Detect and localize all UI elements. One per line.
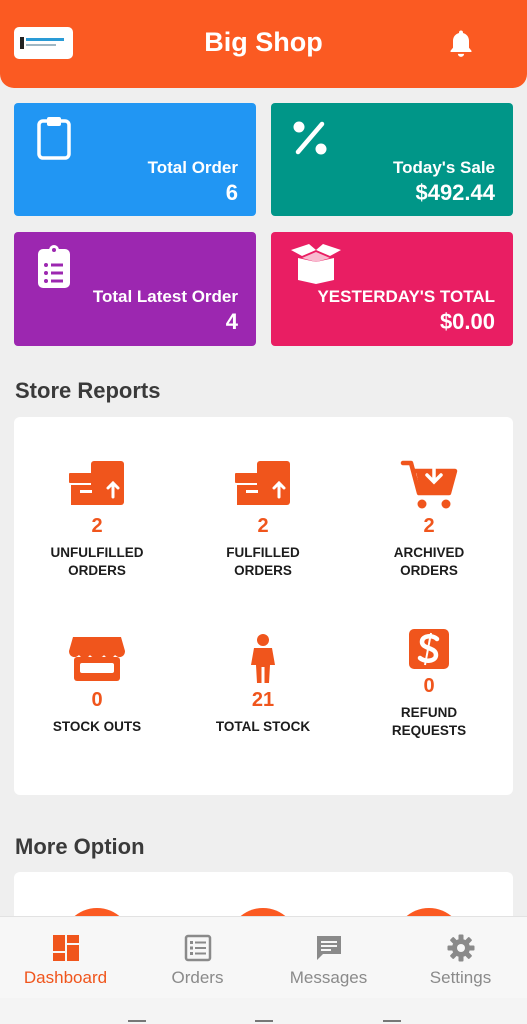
card-label: Today's Sale: [393, 158, 495, 177]
recents-button[interactable]: [128, 1020, 146, 1022]
yesterdays-total-card[interactable]: YESTERDAY'S TOTAL $0.00: [271, 232, 513, 346]
card-label: YESTERDAY'S TOTAL: [317, 287, 495, 306]
orders-list-icon: [184, 934, 211, 962]
person-icon: [251, 634, 275, 683]
store-reports-panel: 2 UNFULFILLED ORDERS 2 FULFILLED ORDERS …: [14, 417, 513, 795]
bell-icon[interactable]: [446, 28, 476, 60]
report-label: REQUESTS: [391, 723, 467, 738]
report-label: UNFULFILLED: [50, 545, 144, 560]
nav-settings[interactable]: Settings: [395, 917, 526, 999]
clipboard-list-icon: [38, 245, 70, 288]
nav-label: Settings: [429, 968, 492, 987]
report-label: ARCHIVED: [393, 545, 465, 560]
report-unfulfilled-orders[interactable]: 2 UNFULFILLED ORDERS: [14, 459, 180, 580]
nav-label: Dashboard: [23, 968, 108, 987]
todays-sale-card[interactable]: Today's Sale $492.44: [271, 103, 513, 216]
report-count: 2: [257, 515, 269, 537]
total-order-card[interactable]: Total Order 6: [14, 103, 256, 216]
report-label: TOTAL STOCK: [215, 719, 311, 734]
percent-icon: [293, 121, 327, 155]
back-button[interactable]: [383, 1020, 401, 1022]
report-archived-orders[interactable]: 2 ARCHIVED ORDERS: [346, 459, 512, 580]
report-count: 2: [91, 515, 103, 537]
nav-orders[interactable]: Orders: [132, 917, 263, 999]
storefront-icon: [69, 637, 125, 681]
report-count: 0: [423, 675, 435, 697]
total-latest-order-card[interactable]: Total Latest Order 4: [14, 232, 256, 346]
message-icon: [316, 936, 341, 960]
home-button[interactable]: [255, 1020, 273, 1022]
nav-messages[interactable]: Messages: [263, 917, 394, 999]
card-value: $492.44: [415, 180, 495, 205]
report-fulfilled-orders[interactable]: 2 FULFILLED ORDERS: [180, 459, 346, 580]
report-label: ORDERS: [68, 563, 126, 578]
report-count: 0: [91, 689, 103, 711]
report-label: ORDERS: [400, 563, 458, 578]
report-count: 21: [251, 689, 275, 711]
report-count: 2: [423, 515, 435, 537]
clipboard-icon: [37, 117, 71, 160]
report-label: REFUND: [400, 705, 458, 720]
card-label: Total Latest Order: [92, 287, 238, 306]
report-refund-requests[interactable]: 0 REFUND REQUESTS: [346, 627, 512, 740]
report-stock-outs[interactable]: 0 STOCK OUTS: [14, 633, 180, 736]
cart-download-icon: [400, 459, 458, 509]
report-label: FULFILLED: [226, 545, 300, 560]
gear-icon: [447, 934, 474, 962]
system-navigation-bar: [0, 998, 527, 1024]
dashboard-icon: [52, 935, 79, 961]
report-total-stock[interactable]: 21 TOTAL STOCK: [180, 633, 346, 736]
nav-label: Messages: [289, 968, 368, 987]
box-upload-icon: [235, 461, 290, 505]
card-value: 4: [225, 309, 238, 334]
report-label: STOCK OUTS: [52, 719, 142, 734]
app-bar: Big Shop: [0, 0, 527, 88]
card-value: 6: [225, 180, 238, 205]
section-title-store-reports: Store Reports: [15, 378, 161, 403]
box-upload-icon: [69, 461, 124, 505]
nav-label: Orders: [171, 968, 224, 987]
bottom-navigation: Dashboard Orders Messages Settings: [0, 916, 527, 998]
card-value: $0.00: [439, 309, 495, 334]
refund-s-icon: [409, 629, 449, 669]
report-label: ORDERS: [234, 563, 292, 578]
open-box-icon: [291, 244, 341, 284]
card-label: Total Order: [147, 158, 238, 177]
nav-dashboard[interactable]: Dashboard: [0, 917, 131, 999]
section-title-more-option: More Option: [15, 834, 145, 859]
